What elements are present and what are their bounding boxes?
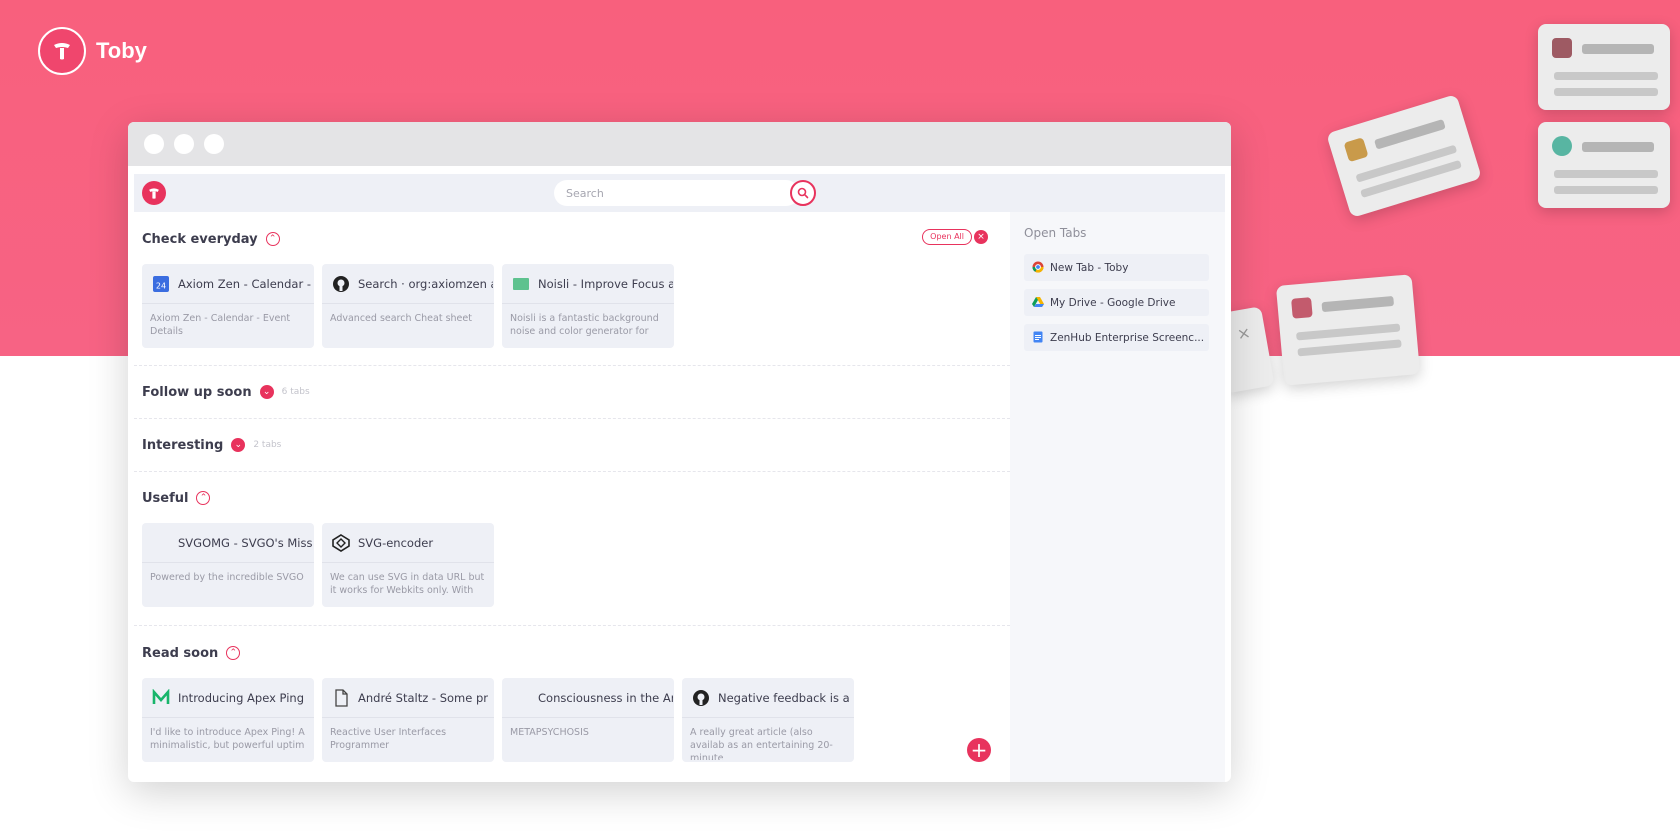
collection-title[interactable]: Check everyday	[142, 232, 258, 247]
open-tab-item[interactable]: My Drive - Google Drive	[1024, 289, 1209, 316]
decorative-card	[1538, 122, 1670, 208]
brand-name: Toby	[96, 38, 147, 63]
github-icon	[692, 689, 710, 707]
google-docs-icon	[1032, 328, 1044, 347]
open-tabs-sidebar: Open Tabs New Tab - Toby My Drive - Goog…	[1010, 212, 1225, 782]
tab-card[interactable]: SVGOMG - SVGO's Miss Powered by the incr…	[142, 523, 314, 607]
collections-panel: Check everyday ⌃ Open All × 24 Axiom Zen…	[134, 212, 1010, 782]
google-drive-icon	[1032, 293, 1044, 312]
search-input[interactable]	[554, 180, 799, 206]
window-minimize-dot[interactable]	[174, 134, 194, 154]
noisli-icon	[512, 275, 530, 293]
tab-card[interactable]: 24 Axiom Zen - Calendar - Axiom Zen - Ca…	[142, 264, 314, 348]
tab-card[interactable]: Negative feedback is a A really great ar…	[682, 678, 854, 762]
search-icon[interactable]	[790, 180, 816, 206]
card-description: Noisli is a fantastic background noise a…	[510, 313, 659, 337]
card-description: Powered by the incredible SVGO	[150, 572, 304, 583]
window-titlebar	[128, 122, 1231, 166]
card-description: A really great article (also availab as …	[690, 727, 833, 760]
search-bar	[554, 180, 816, 206]
decorative-card	[1538, 24, 1670, 110]
open-tab-item[interactable]: ZenHub Enterprise Screenc...	[1024, 324, 1209, 351]
decorative-card	[1275, 274, 1421, 386]
collection-follow-up-soon: Follow up soon ⌄ 6 tabs	[134, 366, 1010, 419]
blank-icon	[152, 534, 170, 552]
card-title: André Staltz - Some pr	[358, 690, 489, 705]
card-description: I'd like to introduce Apex Ping! A minim…	[150, 727, 305, 751]
expand-icon[interactable]: ⌄	[231, 438, 246, 452]
browser-window: Check everyday ⌃ Open All × 24 Axiom Zen…	[128, 122, 1231, 782]
card-description: METAPSYCHOSIS	[510, 727, 589, 738]
medium-icon	[152, 688, 170, 707]
collection-read-soon: Read soon ⌃ Introducing Apex Ping I'd li…	[134, 626, 1010, 782]
collection-title[interactable]: Interesting	[142, 438, 223, 453]
document-icon	[332, 688, 350, 707]
toby-logo-icon	[38, 27, 86, 75]
open-tab-label: My Drive - Google Drive	[1050, 296, 1176, 309]
toby-app-logo-icon[interactable]	[142, 181, 166, 205]
tab-count: 2 tabs	[253, 440, 282, 450]
delete-collection-icon[interactable]: ×	[974, 230, 988, 244]
svg-text:24: 24	[156, 281, 166, 290]
sidebar-title: Open Tabs	[1024, 226, 1087, 240]
card-title: Axiom Zen - Calendar -	[178, 276, 311, 291]
card-title: SVGOMG - SVGO's Miss	[178, 535, 313, 550]
tab-card[interactable]: Consciousness in the Ar METAPSYCHOSIS	[502, 678, 674, 762]
collapse-icon[interactable]: ⌃	[265, 232, 280, 246]
card-description: Axiom Zen - Calendar - Event Details	[150, 313, 291, 337]
card-description: We can use SVG in data URL but it works …	[330, 572, 485, 596]
tab-card[interactable]: Noisli - Improve Focus a Noisli is a fan…	[502, 264, 674, 348]
collection-interesting: Interesting ⌄ 2 tabs	[134, 419, 1010, 472]
window-maximize-dot[interactable]	[204, 134, 224, 154]
blank-icon	[512, 689, 530, 707]
card-description: Reactive User Interfaces Programmer	[330, 727, 447, 751]
collection-title[interactable]: Useful	[142, 491, 188, 506]
tab-count: 6 tabs	[281, 387, 310, 397]
collection-useful: Useful ⌃ SVGOMG - SVGO's Miss Powered by…	[134, 472, 1010, 626]
card-title: Noisli - Improve Focus a	[538, 276, 673, 291]
calendar-icon: 24	[152, 275, 170, 293]
add-collection-button[interactable]: +	[967, 738, 991, 762]
open-tab-label: New Tab - Toby	[1050, 261, 1129, 274]
open-all-button[interactable]: Open All	[922, 229, 972, 245]
window-close-dot[interactable]	[144, 134, 164, 154]
open-tab-label: ZenHub Enterprise Screenc...	[1050, 331, 1205, 344]
card-title: Consciousness in the Ar	[538, 690, 673, 705]
card-title: SVG-encoder	[358, 535, 434, 550]
tab-card[interactable]: Introducing Apex Ping I'd like to introd…	[142, 678, 314, 762]
collapse-icon[interactable]: ⌃	[226, 646, 241, 660]
open-tab-item[interactable]: New Tab - Toby	[1024, 254, 1209, 281]
collection-check-everyday: Check everyday ⌃ Open All × 24 Axiom Zen…	[134, 212, 1010, 366]
card-title: Introducing Apex Ping	[178, 690, 305, 705]
brand[interactable]: Toby	[38, 27, 147, 75]
expand-icon[interactable]: ⌄	[259, 385, 274, 399]
card-description: Advanced search Cheat sheet	[330, 313, 472, 324]
collapse-icon[interactable]: ⌃	[196, 491, 211, 505]
codepen-icon	[332, 533, 350, 552]
card-title: Search · org:axiomzen a	[358, 276, 493, 291]
tab-card[interactable]: Search · org:axiomzen a Advanced search …	[322, 264, 494, 348]
app-topbar	[134, 174, 1225, 212]
chrome-icon	[1032, 258, 1044, 277]
github-icon	[332, 275, 350, 293]
collection-title[interactable]: Follow up soon	[142, 385, 252, 400]
tab-card[interactable]: SVG-encoder We can use SVG in data URL b…	[322, 523, 494, 607]
tab-card[interactable]: André Staltz - Some pr Reactive User Int…	[322, 678, 494, 762]
card-title: Negative feedback is a	[718, 690, 850, 705]
collection-title[interactable]: Read soon	[142, 646, 218, 661]
